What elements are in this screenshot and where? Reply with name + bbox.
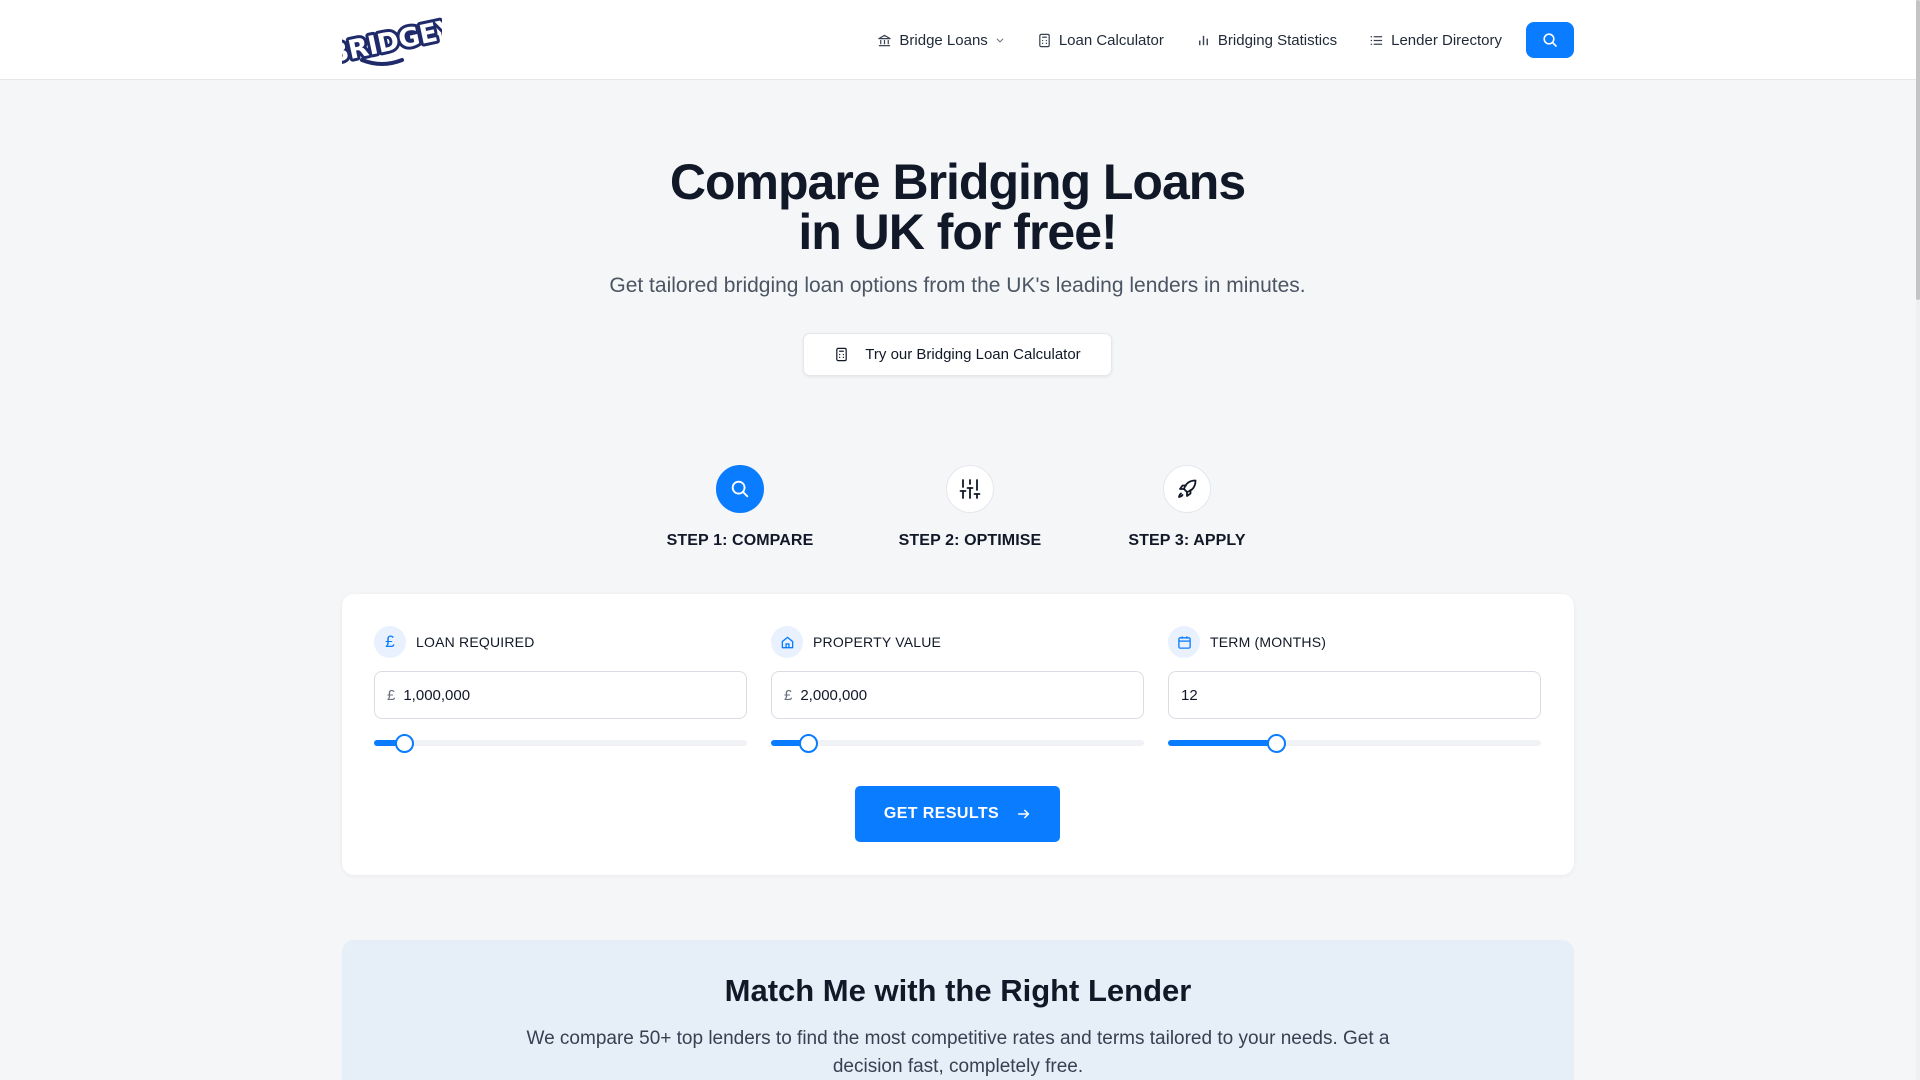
match-title: Match Me with the Right Lender [724,973,1192,1008]
step-optimise-circle [946,465,994,513]
property-value-header: PROPERTY VALUE [771,626,1144,658]
calculator-cta-label: Try our Bridging Loan Calculator [865,346,1081,363]
currency-symbol: £ [387,686,396,704]
property-value-input[interactable]: £ 2,000,000 [771,671,1144,719]
slider-thumb[interactable] [799,734,819,753]
step-compare: STEP 1: COMPARE [650,465,830,550]
header-inner: BRIDGEY Bridge Loans Loan Calculator Bri… [342,0,1574,80]
loan-required-input[interactable]: £ 1,000,000 [374,671,747,719]
step-compare-label: STEP 1: COMPARE [666,532,814,549]
step-apply-label: STEP 3: APPLY [1128,532,1246,549]
property-value-slider[interactable] [771,734,1144,753]
hero-title-line1: Compare Bridging Loans [669,154,1246,210]
slider-thumb[interactable] [394,734,414,753]
term-value: 12 [1181,686,1198,704]
nav-bridge-loans-label: Bridge Loans [899,31,988,49]
search-icon [1543,33,1557,47]
calendar-icon [1168,626,1200,658]
match-section: Match Me with the Right Lender We compar… [342,940,1574,1080]
nav-loan-calculator[interactable]: Loan Calculator [1021,20,1180,60]
bridgey-logo-icon: BRIDGEY [342,11,442,70]
sliders-icon [959,479,981,499]
slider-track [374,740,747,746]
nav-bridging-statistics[interactable]: Bridging Statistics [1180,20,1353,60]
property-value-label: PROPERTY VALUE [813,634,942,650]
step-optimise: STEP 2: OPTIMISE [880,465,1060,550]
nav-loan-calculator-label: Loan Calculator [1058,31,1164,49]
loan-required-slider[interactable] [374,734,747,753]
nav-bridge-loans[interactable]: Bridge Loans [861,20,1020,60]
bar-chart-icon [1198,35,1208,45]
arrow-right-icon [1018,809,1030,819]
get-results-button[interactable]: GET RESULTS [855,786,1060,842]
get-results-label: GET RESULTS [883,805,1000,822]
hero-title-line2: in UK for free! [798,204,1117,260]
chevron-down-icon [996,38,1004,43]
property-value-value: 2,000,000 [800,686,868,704]
step-compare-circle [716,465,764,513]
loan-form-card: £ LOAN REQUIRED £ 1,000,000 PROPERTY VAL… [342,594,1574,875]
loan-required-label: LOAN REQUIRED [416,634,535,650]
calculator-icon [836,347,848,362]
scrollbar-thumb[interactable] [1916,0,1920,300]
step-optimise-label: STEP 2: OPTIMISE [898,532,1042,549]
slider-thumb[interactable] [1267,734,1287,753]
site-logo[interactable]: BRIDGEY [342,0,442,80]
main-nav: Bridge Loans Loan Calculator Bridging St… [861,20,1574,60]
step-apply-circle [1163,465,1211,513]
hero-subtitle: Get tailored bridging loan options from … [609,274,1306,297]
match-text: We compare 50+ top lenders to find the m… [526,1028,1390,1077]
home-icon [771,626,803,658]
loan-required-field: £ LOAN REQUIRED £ 1,000,000 [374,626,747,753]
term-field: TERM (MONTHS) 12 [1168,626,1541,753]
nav-lender-directory[interactable]: Lender Directory [1353,20,1518,60]
site-header: BRIDGEY Bridge Loans Loan Calculator Bri… [0,0,1920,80]
pound-icon: £ [374,626,406,658]
term-slider[interactable] [1168,734,1541,753]
currency-symbol: £ [784,686,793,704]
calculator-icon [1039,33,1050,47]
term-input[interactable]: 12 [1168,671,1541,719]
nav-lender-directory-label: Lender Directory [1391,31,1502,49]
slider-fill [1168,740,1277,746]
loan-required-value: 1,000,000 [403,686,471,704]
calculator-cta-button[interactable]: Try our Bridging Loan Calculator [803,333,1112,376]
nav-bridging-statistics-label: Bridging Statistics [1217,31,1338,49]
term-header: TERM (MONTHS) [1168,626,1541,658]
loan-required-header: £ LOAN REQUIRED [374,626,747,658]
slider-track [771,740,1144,746]
header-search-button[interactable] [1526,22,1574,58]
search-icon [731,480,749,498]
term-label: TERM (MONTHS) [1210,634,1327,650]
step-apply: STEP 3: APPLY [1097,465,1277,550]
bank-icon [878,34,892,46]
hero-title: Compare Bridging Loans in UK for free! [0,157,1915,257]
property-value-field: PROPERTY VALUE £ 2,000,000 [771,626,1144,753]
rocket-icon [1178,479,1197,498]
list-icon [1370,35,1383,45]
